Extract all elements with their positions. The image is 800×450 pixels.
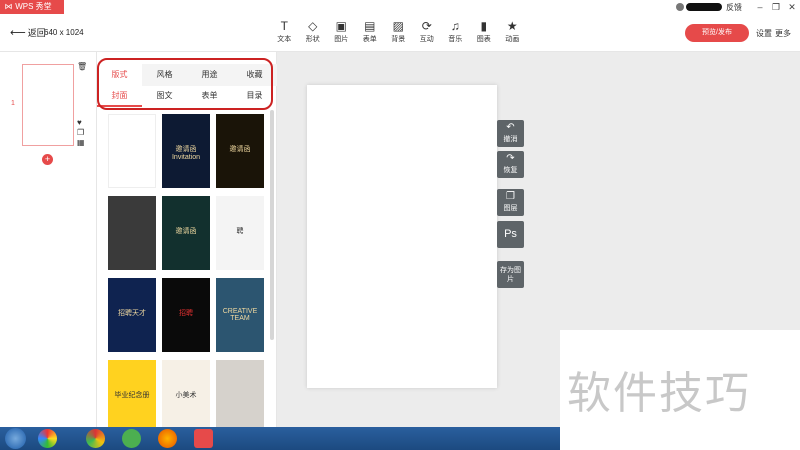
wps-logo-icon: ⋈	[4, 2, 13, 11]
canvas-tool-label: 图层	[503, 205, 518, 212]
template-title: 招聘天才	[118, 310, 146, 317]
tool-text[interactable]: T 文本	[270, 18, 299, 44]
template-title: 邀请函	[229, 146, 251, 153]
tool-label: 动画	[505, 36, 520, 43]
main-toolbar: ⟵ 返回 640 x 1024 T 文本 ◇ 形状 ▣ 图片 ▤ 表单 ▨ 背景 ⟳ 互动 ♫ 音乐 ▮ 图表…	[0, 14, 800, 52]
start-button-icon[interactable]	[5, 428, 26, 449]
tool-chart[interactable]: ▮ 图表	[470, 18, 499, 44]
tool-animation[interactable]: ★ 动画	[498, 18, 527, 44]
shape-icon: ◇	[308, 19, 318, 33]
app-icon[interactable]	[38, 429, 57, 448]
insert-tools: T 文本 ◇ 形状 ▣ 图片 ▤ 表单 ▨ 背景 ⟳ 互动 ♫ 音乐 ▮ 图表 ★ 动画	[270, 18, 527, 44]
tool-image[interactable]: ▣ 图片	[327, 18, 356, 44]
tool-label: 表单	[362, 36, 377, 43]
delete-page-icon[interactable]: 🗑	[77, 62, 87, 71]
template-thumbnail[interactable]: 招聘	[162, 278, 210, 352]
close-icon[interactable]: ✕	[784, 2, 800, 13]
feedback-link[interactable]: 反馈	[726, 2, 742, 13]
undo-button[interactable]: ↶ 撤消	[497, 120, 524, 147]
background-icon: ▨	[392, 19, 404, 33]
tool-label: 形状	[305, 36, 320, 43]
user-avatar[interactable]	[676, 3, 684, 11]
text-icon: T	[280, 19, 288, 33]
undo-icon: ↶	[506, 122, 515, 133]
canvas-tool-label: 撤消	[503, 136, 518, 143]
page-number: 1	[11, 100, 15, 107]
save-image-button[interactable]: 存为图片	[497, 261, 524, 288]
title-bar: ⋈ WPS 秀堂 反馈 – ❐ ✕	[0, 0, 800, 14]
watermark-text: 软件技巧	[567, 368, 751, 419]
tool-shape[interactable]: ◇ 形状	[299, 18, 328, 44]
panel-scrollbar[interactable]	[270, 110, 274, 340]
arrow-left-icon: ⟵	[10, 27, 26, 39]
template-thumbnail[interactable]: 聘	[216, 196, 264, 270]
publish-button[interactable]: 预览/发布	[685, 24, 749, 42]
page-thumbnail[interactable]	[22, 64, 74, 146]
tool-label: 背景	[391, 36, 406, 43]
template-thumbnail[interactable]: 毕业纪念册	[108, 360, 156, 434]
template-title: 招聘	[179, 310, 193, 317]
app-brand: ⋈ WPS 秀堂	[0, 0, 64, 14]
form-icon: ▤	[364, 19, 376, 33]
template-thumbnail[interactable]	[216, 360, 264, 434]
tool-music[interactable]: ♫ 音乐	[441, 18, 470, 44]
tool-interact[interactable]: ⟳ 互动	[413, 18, 442, 44]
tool-label: 图片	[334, 36, 349, 43]
animation-icon: ★	[506, 19, 518, 33]
photoshop-button[interactable]: Ps	[497, 221, 524, 248]
tool-form[interactable]: ▤ 表单	[356, 18, 385, 44]
template-thumbnail[interactable]: CREATIVE TEAM	[216, 278, 264, 352]
add-page-button[interactable]: +	[42, 154, 53, 165]
settings-link[interactable]: 设置	[756, 28, 772, 39]
template-title: 聘	[236, 228, 244, 235]
template-thumbnail[interactable]: 邀请函 Invitation	[162, 114, 210, 188]
more-link[interactable]: 更多	[775, 28, 791, 39]
app-title: WPS 秀堂	[15, 2, 52, 11]
grid-icon[interactable]: ▦	[77, 138, 85, 147]
template-title: 邀请函	[175, 228, 197, 235]
favorite-icon[interactable]: ♥	[77, 118, 82, 127]
tool-label: 文本	[277, 36, 292, 43]
copy-page-icon[interactable]: ❐	[77, 128, 84, 137]
template-thumbnail[interactable]: 邀请函	[162, 196, 210, 270]
template-title: 毕业纪念册	[114, 392, 150, 399]
image-icon: ▣	[335, 19, 347, 33]
template-panel: 版式 风格 用途 收藏 封面 图文 表单 目录 邀请函 Invitation 邀请函 邀请函聘招…	[97, 52, 277, 434]
browser-icon[interactable]	[122, 429, 141, 448]
firefox-icon[interactable]	[158, 429, 177, 448]
tool-background[interactable]: ▨ 背景	[384, 18, 413, 44]
tool-label: 音乐	[448, 36, 463, 43]
tool-label: 互动	[419, 36, 434, 43]
restore-icon[interactable]: ❐	[768, 2, 784, 13]
back-button[interactable]: ⟵ 返回	[10, 26, 46, 39]
minimize-icon[interactable]: –	[752, 2, 768, 12]
layers-button[interactable]: ❐ 图层	[497, 189, 524, 216]
chart-icon: ▮	[480, 19, 488, 33]
template-title: 邀请函 Invitation	[171, 146, 201, 161]
layers-icon: ❐	[506, 191, 515, 202]
template-thumbnail[interactable]: 小美术	[162, 360, 210, 434]
canvas-tool-label: 存为图片	[500, 266, 521, 283]
windows-taskbar	[0, 427, 560, 450]
canvas-size: 640 x 1024	[44, 28, 84, 37]
music-icon: ♫	[450, 19, 460, 33]
template-thumbnail[interactable]: 招聘天才	[108, 278, 156, 352]
template-thumbnail[interactable]: 邀请函	[216, 114, 264, 188]
annotation-highlight	[97, 58, 273, 110]
editing-page[interactable]	[307, 85, 497, 388]
user-name-redacted[interactable]	[686, 3, 722, 11]
template-thumbnail[interactable]	[108, 114, 156, 188]
chrome-icon[interactable]	[86, 429, 105, 448]
template-title: CREATIVE TEAM	[222, 308, 258, 322]
page-strip: 1 🗑 ♥ ❐ ▦ +	[0, 52, 97, 427]
interact-icon: ⟳	[421, 19, 432, 33]
wps-taskbar-icon[interactable]	[194, 429, 213, 448]
canvas-tool-label: 恢复	[503, 167, 518, 174]
template-title: 小美术	[175, 392, 197, 399]
tool-label: 图表	[476, 36, 491, 43]
redo-icon: ↷	[506, 153, 515, 164]
redo-button[interactable]: ↷ 恢复	[497, 151, 524, 178]
template-thumbnail[interactable]	[108, 196, 156, 270]
canvas-tool-label: Ps	[504, 228, 517, 240]
